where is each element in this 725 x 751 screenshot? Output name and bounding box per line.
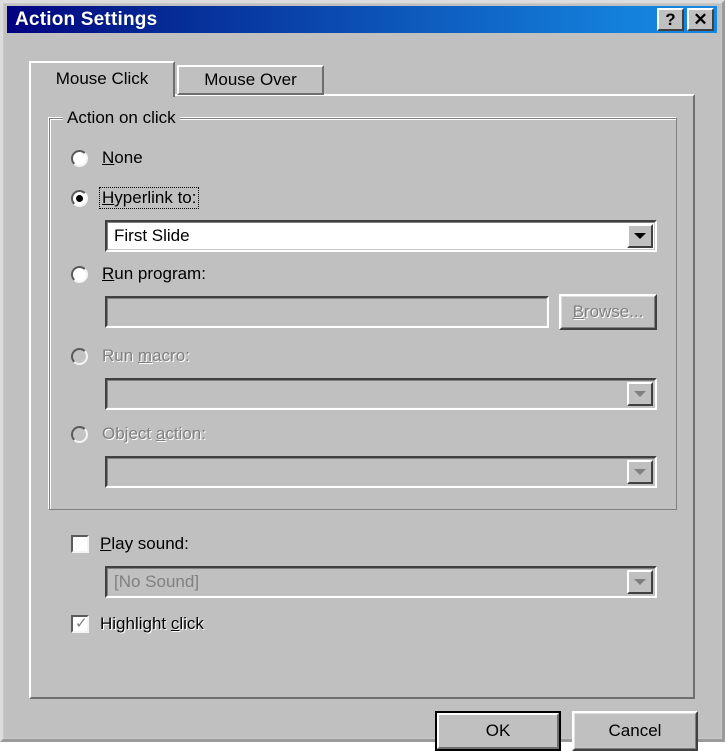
check-row-highlight-click[interactable]: ✓ Highlight click <box>71 614 204 634</box>
check-row-play-sound[interactable]: ✓ Play sound: <box>71 534 189 554</box>
checkmark-icon: ✓ <box>75 614 88 632</box>
titlebar[interactable]: Action Settings ? ✕ <box>7 6 717 33</box>
action-settings-dialog: Action Settings ? ✕ Mouse Click Mouse Ov… <box>0 0 725 751</box>
radio-run-program[interactable] <box>71 265 88 283</box>
cancel-button-label: Cancel <box>608 721 662 740</box>
run-program-input[interactable] <box>105 296 549 328</box>
browse-button[interactable]: Browse... <box>559 294 657 330</box>
radio-row-object-action[interactable]: Object action: <box>71 424 209 444</box>
play-sound-combo-arrow-glyph <box>634 579 646 585</box>
radio-run-program-text: un program: <box>114 264 206 283</box>
tab-panel-mouse-click: Action on click None Hyperlink to: First… <box>29 94 695 699</box>
browse-button-label: Browse... <box>573 302 644 322</box>
ok-button-label: OK <box>485 721 511 740</box>
radio-run-program-accel: R <box>102 264 115 283</box>
radio-hyperlink-to-label: Hyperlink to: <box>99 187 200 209</box>
radio-row-run-macro[interactable]: Run macro: <box>71 346 193 366</box>
radio-none[interactable] <box>71 149 88 167</box>
radio-object-action-label: Object action: <box>99 423 209 445</box>
tab-mouse-click-label: Mouse Click <box>55 68 149 88</box>
window-title: Action Settings <box>15 8 158 30</box>
tab-strip: Mouse Click Mouse Over <box>29 61 695 97</box>
checkbox-play-sound-text: lay sound: <box>111 534 189 553</box>
radio-run-macro-accel: m <box>137 346 153 365</box>
object-action-combo[interactable] <box>105 456 657 488</box>
close-icon[interactable]: ✕ <box>687 8 714 31</box>
action-on-click-label: Action on click <box>63 108 180 128</box>
radio-row-run-program[interactable]: Run program: <box>71 264 209 284</box>
radio-none-text: one <box>114 148 143 167</box>
checkbox-highlight-click[interactable]: ✓ <box>71 615 89 633</box>
tab-mouse-click[interactable]: Mouse Click <box>29 61 175 97</box>
radio-object-action-accel: a <box>155 424 166 443</box>
chevron-down-icon[interactable] <box>627 570 653 594</box>
browse-button-text: rowse... <box>583 302 644 321</box>
radio-object-action-text: ction: <box>165 424 206 443</box>
radio-hyperlink-to-accel: H <box>102 188 115 207</box>
radio-run-macro-label: Run macro: <box>99 345 193 367</box>
radio-object-action-text-pre: Object <box>102 424 156 443</box>
run-macro-combo-arrow-glyph <box>634 391 646 397</box>
object-action-combo-arrow-glyph <box>634 469 646 475</box>
chevron-down-icon[interactable] <box>627 460 653 484</box>
run-macro-combo[interactable] <box>105 378 657 410</box>
checkbox-highlight-click-text: lick <box>179 614 204 633</box>
radio-run-macro-text-pre: Run <box>102 346 138 365</box>
tab-mouse-over[interactable]: Mouse Over <box>177 65 324 95</box>
hyperlink-target-combo-value: First Slide <box>114 226 190 245</box>
checkbox-highlight-click-text-pre: Highlight <box>100 614 171 633</box>
checkbox-play-sound-accel: P <box>100 534 112 553</box>
hyperlink-combo-arrow-glyph <box>634 233 646 239</box>
play-sound-combo[interactable]: [No Sound] <box>105 566 657 598</box>
radio-run-program-label: Run program: <box>99 263 209 285</box>
checkbox-play-sound[interactable]: ✓ <box>71 535 89 553</box>
radio-hyperlink-to-dot <box>76 194 83 202</box>
radio-run-macro-text: acro: <box>152 346 190 365</box>
radio-run-macro[interactable] <box>71 347 88 365</box>
radio-row-hyperlink-to[interactable]: Hyperlink to: <box>71 187 200 209</box>
titlebar-button-group: ? ✕ <box>657 8 714 31</box>
radio-object-action[interactable] <box>71 425 88 443</box>
radio-row-none[interactable]: None <box>71 148 146 168</box>
play-sound-combo-value: [No Sound] <box>114 572 200 591</box>
chevron-down-icon[interactable] <box>627 224 653 248</box>
run-program-input-bevel <box>107 298 547 326</box>
ok-button[interactable]: OK <box>435 711 561 751</box>
chevron-down-icon[interactable] <box>627 382 653 406</box>
tab-mouse-over-label: Mouse Over <box>204 70 297 89</box>
radio-hyperlink-to[interactable] <box>71 189 88 207</box>
radio-none-accel: N <box>102 148 115 167</box>
browse-button-accel: B <box>572 302 584 321</box>
checkbox-play-sound-label: Play sound: <box>100 534 189 554</box>
dialog-client-area: Mouse Click Mouse Over Action on click N… <box>7 34 717 751</box>
hyperlink-target-combo[interactable]: First Slide <box>105 220 657 252</box>
run-macro-combo-bevel <box>107 380 655 408</box>
checkbox-highlight-click-label: Highlight click <box>100 614 204 634</box>
object-action-combo-bevel <box>107 458 655 486</box>
help-icon[interactable]: ? <box>657 8 684 31</box>
radio-none-label: None <box>99 147 146 169</box>
radio-hyperlink-to-text: yperlink to: <box>114 188 197 207</box>
cancel-button[interactable]: Cancel <box>572 711 698 751</box>
